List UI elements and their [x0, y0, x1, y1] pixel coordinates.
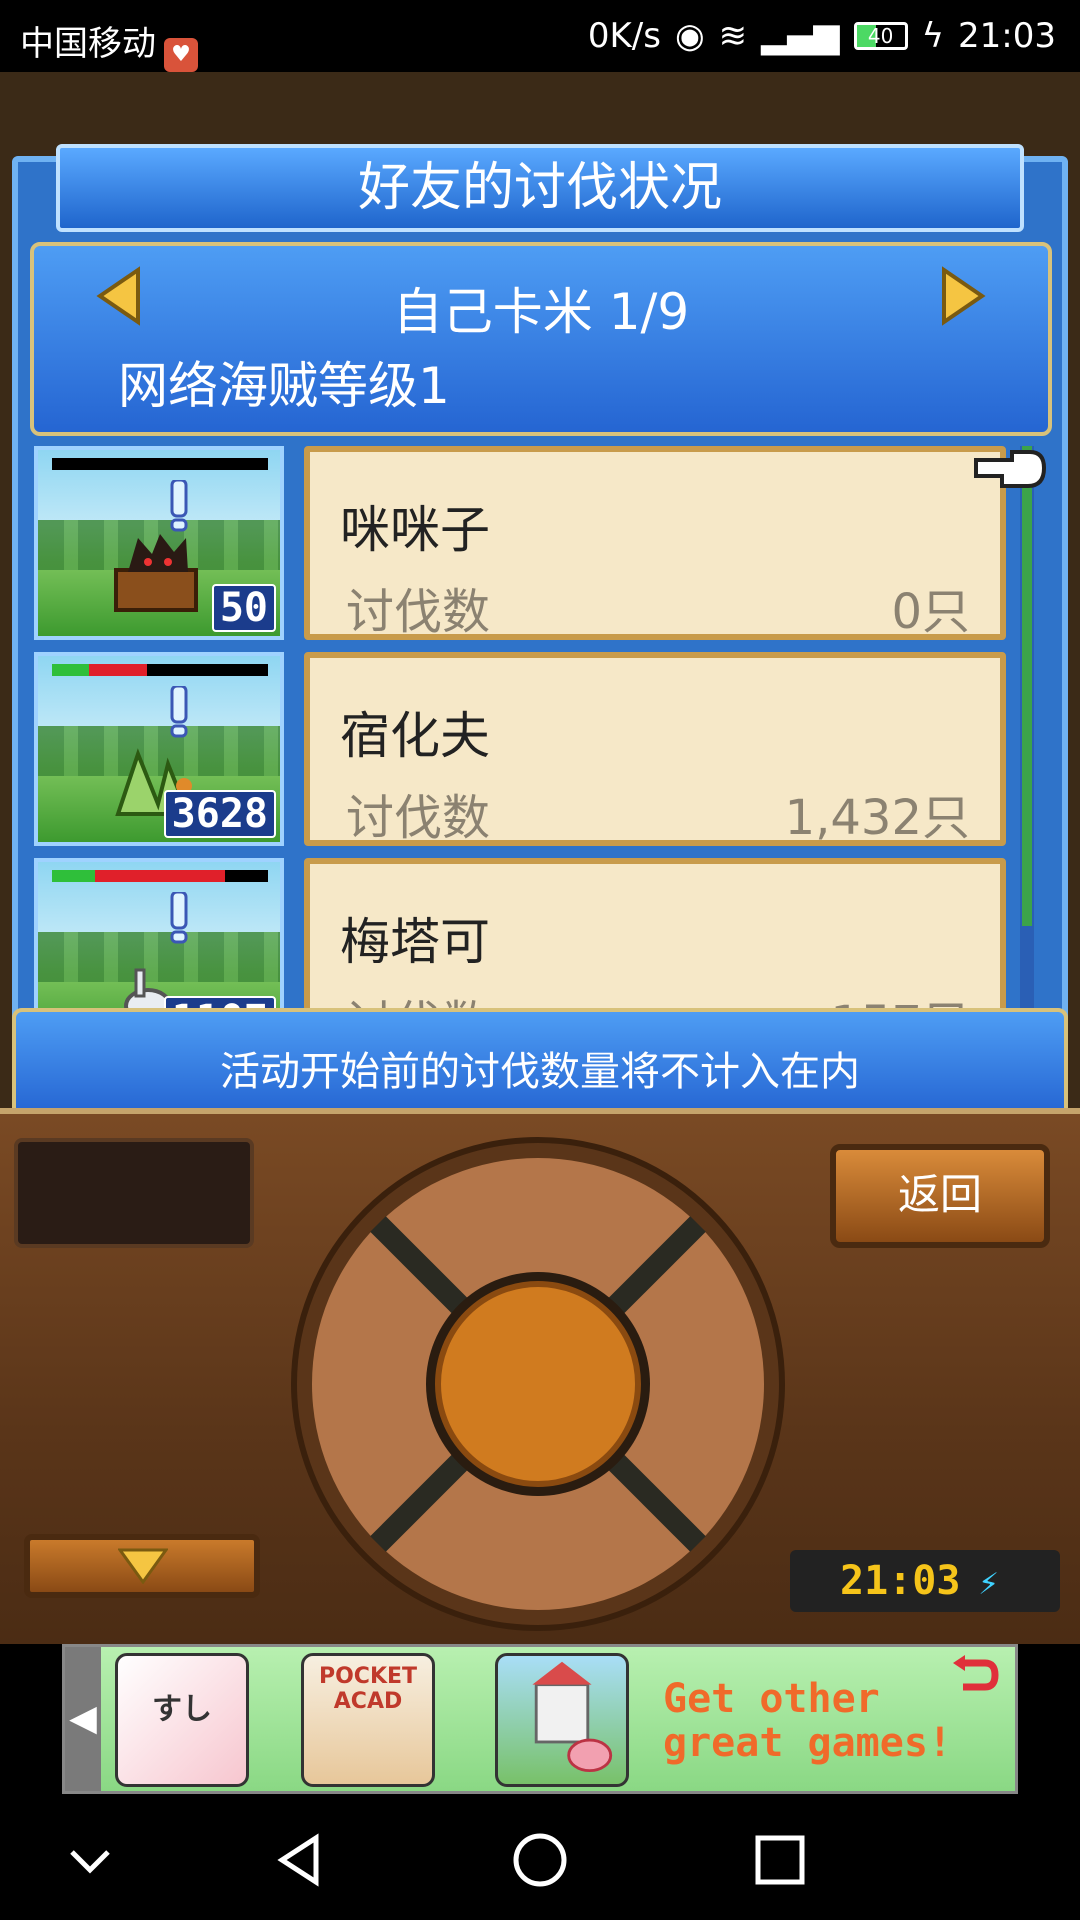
friend-list: 50 咪咪子 讨伐数 0只 3628 宿化夫 讨伐数 1,432只 梅塔可 — [30, 442, 1022, 1062]
center-button[interactable] — [435, 1281, 641, 1487]
home-circle-icon — [513, 1833, 567, 1887]
page-label: 自己卡米 1/9 — [392, 283, 690, 341]
ad-game-tile[interactable]: POCKET ACAD — [301, 1653, 435, 1787]
home-button[interactable] — [510, 1830, 570, 1890]
ad-game-tile[interactable]: すし — [115, 1653, 249, 1787]
kill-count-value: 1,432只 — [784, 790, 970, 846]
event-notice: 活动开始前的讨伐数量将不计入在内 — [12, 1008, 1068, 1118]
exclamation-icon — [170, 892, 188, 944]
battle-thumbnail: 50 — [34, 446, 284, 640]
kill-count-value: 0只 — [891, 584, 970, 640]
charging-icon: ϟ — [921, 16, 945, 56]
status-time: 21:03 — [958, 16, 1056, 56]
signal-icon: ▂▄▆ — [761, 16, 840, 56]
app-notification-icon: ♥ — [164, 38, 198, 72]
friend-page-header: 自己卡米 1/9 网络海贼等级1 — [30, 242, 1052, 436]
friend-name: 咪咪子 — [340, 501, 490, 559]
eye-icon: ◉ — [674, 16, 705, 56]
ad-banner[interactable]: ◀ すし POCKET ACAD Get other great games! — [62, 1644, 1018, 1794]
hp-bar — [52, 664, 268, 676]
collapse-button[interactable] — [60, 1830, 120, 1890]
next-page-button[interactable] — [938, 266, 988, 326]
status-right: 0K/s ◉ ≋ ▂▄▆ 40 ϟ 21:03 — [588, 16, 1056, 56]
scrollbar-thumb[interactable] — [1022, 446, 1032, 926]
ad-tile-title: POCKET ACAD — [318, 1664, 418, 1714]
rank-label: 网络海贼等级1 — [118, 357, 450, 415]
level-badge: 50 — [211, 584, 276, 632]
hp-bar — [52, 458, 268, 470]
exclamation-icon — [170, 686, 188, 738]
battery-charging-icon: ⚡ — [978, 1563, 999, 1603]
kill-count-label: 讨伐数 — [346, 584, 491, 640]
battle-thumbnail: 3628 — [34, 652, 284, 846]
carrier-label: 中国移动 — [20, 24, 156, 64]
status-bar: 中国移动 ♥ 0K/s ◉ ≋ ▂▄▆ 40 ϟ 21:03 — [0, 0, 1080, 72]
battery-icon: 40 — [853, 22, 908, 50]
pointing-hand-icon — [974, 450, 1047, 488]
hp-bar — [52, 870, 268, 882]
back-button[interactable]: 返回 — [830, 1144, 1050, 1248]
ad-game-tile[interactable] — [495, 1653, 629, 1787]
carrier: 中国移动 ♥ — [20, 16, 198, 72]
return-arrow-icon — [953, 1655, 999, 1691]
controller-panel: 返回 21:03 ⚡ — [0, 1108, 1080, 1644]
friend-card: 宿化夫 讨伐数 1,432只 — [304, 652, 1006, 846]
battery-level: 40 — [867, 24, 894, 48]
friend-name: 梅塔可 — [340, 913, 490, 971]
panel-title: 好友的讨伐状况 — [56, 144, 1024, 232]
system-nav-bar — [0, 1800, 1080, 1920]
arrow-down-icon — [118, 1548, 168, 1584]
game-screen: 好友的讨伐状况 自己卡米 1/9 网络海贼等级1 50 咪咪子 讨伐数 0只 3… — [0, 72, 1080, 1644]
back-nav-button[interactable] — [270, 1830, 330, 1890]
ad-prev-button[interactable]: ◀ — [65, 1647, 101, 1791]
net-speed: 0K/s — [587, 16, 661, 56]
treasure-chest-monster-icon — [114, 534, 198, 612]
exclamation-icon — [170, 480, 188, 532]
ad-tile-title: すし — [152, 1692, 212, 1727]
game-clock: 21:03 ⚡ — [790, 1550, 1060, 1612]
level-badge: 3628 — [163, 790, 276, 838]
castle-icon — [532, 1661, 613, 1773]
square-icon — [755, 1835, 805, 1885]
friend-card: 咪咪子 讨伐数 0只 — [304, 446, 1006, 640]
wifi-icon: ≋ — [718, 16, 748, 56]
kill-count-label: 讨伐数 — [346, 790, 491, 846]
arrow-right-icon — [942, 266, 986, 326]
game-clock-time: 21:03 — [840, 1558, 961, 1604]
list-scrollbar[interactable] — [1020, 446, 1034, 1046]
list-item[interactable]: 3628 宿化夫 讨伐数 1,432只 — [30, 648, 1022, 850]
scroll-down-button[interactable] — [24, 1534, 260, 1598]
dpad-control[interactable] — [288, 1134, 788, 1634]
friend-name: 宿化夫 — [340, 707, 490, 765]
empty-slot — [14, 1138, 254, 1248]
chevron-down-icon — [70, 1850, 110, 1874]
list-item[interactable]: 50 咪咪子 讨伐数 0只 — [30, 442, 1022, 644]
back-triangle-icon — [277, 1833, 319, 1887]
recents-button[interactable] — [750, 1830, 810, 1890]
